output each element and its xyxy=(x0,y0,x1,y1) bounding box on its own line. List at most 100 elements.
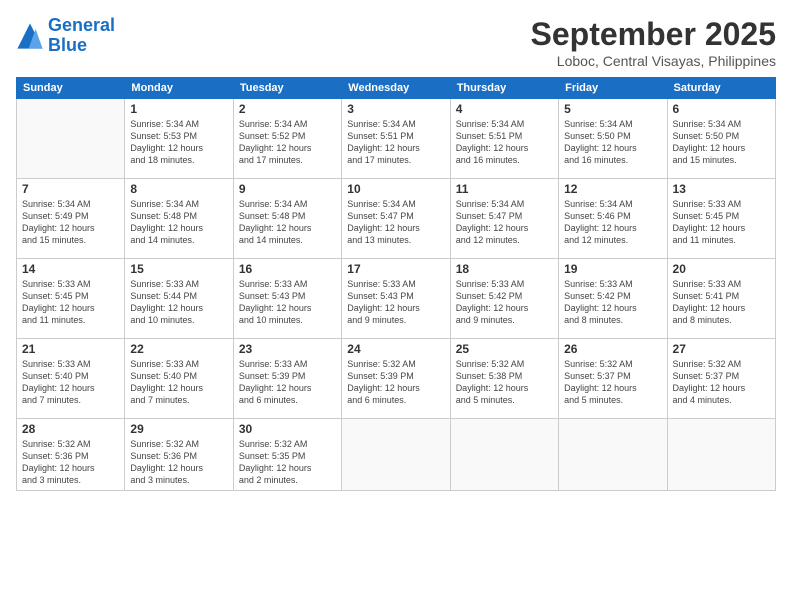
calendar-cell xyxy=(667,419,775,491)
day-info: Sunrise: 5:33 AMSunset: 5:42 PMDaylight:… xyxy=(564,278,661,327)
title-block: September 2025 Loboc, Central Visayas, P… xyxy=(531,16,776,69)
calendar-header-row: SundayMondayTuesdayWednesdayThursdayFrid… xyxy=(17,78,776,99)
calendar-cell: 21 Sunrise: 5:33 AMSunset: 5:40 PMDayligh… xyxy=(17,339,125,419)
day-number: 22 xyxy=(130,342,227,356)
day-number: 30 xyxy=(239,422,336,436)
day-info: Sunrise: 5:34 AMSunset: 5:53 PMDaylight:… xyxy=(130,118,227,167)
day-info: Sunrise: 5:33 AMSunset: 5:45 PMDaylight:… xyxy=(673,198,770,247)
day-number: 11 xyxy=(456,182,553,196)
day-number: 3 xyxy=(347,102,444,116)
logo-icon xyxy=(16,22,44,50)
day-number: 8 xyxy=(130,182,227,196)
logo-general: General xyxy=(48,15,115,35)
day-info: Sunrise: 5:34 AMSunset: 5:48 PMDaylight:… xyxy=(130,198,227,247)
calendar-week-row: 14Sunrise: 5:33 AMSunset: 5:45 PMDayligh… xyxy=(17,259,776,339)
day-number: 20 xyxy=(673,262,770,276)
day-info: Sunrise: 5:33 AMSunset: 5:40 PMDaylight:… xyxy=(130,358,227,407)
calendar-cell xyxy=(342,419,450,491)
day-info: Sunrise: 5:34 AMSunset: 5:51 PMDaylight:… xyxy=(456,118,553,167)
calendar-cell: 8 Sunrise: 5:34 AMSunset: 5:48 PMDaylight… xyxy=(125,179,233,259)
logo: General Blue xyxy=(16,16,115,56)
calendar-cell: 30 Sunrise: 5:32 AMSunset: 5:35 PMDayligh… xyxy=(233,419,341,491)
calendar-cell: 6 Sunrise: 5:34 AMSunset: 5:50 PMDaylight… xyxy=(667,99,775,179)
day-number: 14 xyxy=(22,262,119,276)
calendar-cell: 25Sunrise: 5:32 AMSunset: 5:38 PMDayligh… xyxy=(450,339,558,419)
calendar-cell: 1 Sunrise: 5:34 AMSunset: 5:53 PMDaylight… xyxy=(125,99,233,179)
calendar-cell: 16Sunrise: 5:33 AMSunset: 5:43 PMDayligh… xyxy=(233,259,341,339)
day-number: 28 xyxy=(22,422,119,436)
day-info: Sunrise: 5:33 AMSunset: 5:43 PMDaylight:… xyxy=(347,278,444,327)
day-number: 10 xyxy=(347,182,444,196)
day-info: Sunrise: 5:33 AMSunset: 5:42 PMDaylight:… xyxy=(456,278,553,327)
day-info: Sunrise: 5:34 AMSunset: 5:50 PMDaylight:… xyxy=(673,118,770,167)
calendar-cell xyxy=(17,99,125,179)
day-number: 17 xyxy=(347,262,444,276)
calendar-cell: 3Sunrise: 5:34 AMSunset: 5:51 PMDaylight… xyxy=(342,99,450,179)
day-number: 26 xyxy=(564,342,661,356)
day-number: 2 xyxy=(239,102,336,116)
day-info: Sunrise: 5:33 AMSunset: 5:44 PMDaylight:… xyxy=(130,278,227,327)
calendar-cell: 23Sunrise: 5:33 AMSunset: 5:39 PMDayligh… xyxy=(233,339,341,419)
header: General Blue September 2025 Loboc, Centr… xyxy=(16,16,776,69)
day-info: Sunrise: 5:32 AMSunset: 5:38 PMDaylight:… xyxy=(456,358,553,407)
calendar-cell: 18 Sunrise: 5:33 AMSunset: 5:42 PMDayligh… xyxy=(450,259,558,339)
month-title: September 2025 xyxy=(531,16,776,53)
calendar-cell: 10 Sunrise: 5:34 AMSunset: 5:47 PMDayligh… xyxy=(342,179,450,259)
weekday-header: Monday xyxy=(125,78,233,99)
day-number: 24 xyxy=(347,342,444,356)
day-number: 27 xyxy=(673,342,770,356)
calendar-cell: 7 Sunrise: 5:34 AMSunset: 5:49 PMDaylight… xyxy=(17,179,125,259)
day-number: 19 xyxy=(564,262,661,276)
page: General Blue September 2025 Loboc, Centr… xyxy=(0,0,792,612)
day-number: 1 xyxy=(130,102,227,116)
calendar-cell: 13Sunrise: 5:33 AMSunset: 5:45 PMDayligh… xyxy=(667,179,775,259)
calendar-cell: 27 Sunrise: 5:32 AMSunset: 5:37 PMDayligh… xyxy=(667,339,775,419)
calendar-cell: 4 Sunrise: 5:34 AMSunset: 5:51 PMDaylight… xyxy=(450,99,558,179)
day-number: 21 xyxy=(22,342,119,356)
weekday-header: Sunday xyxy=(17,78,125,99)
day-number: 18 xyxy=(456,262,553,276)
day-info: Sunrise: 5:32 AMSunset: 5:37 PMDaylight:… xyxy=(673,358,770,407)
day-info: Sunrise: 5:34 AMSunset: 5:49 PMDaylight:… xyxy=(22,198,119,247)
day-info: Sunrise: 5:34 AMSunset: 5:48 PMDaylight:… xyxy=(239,198,336,247)
day-info: Sunrise: 5:33 AMSunset: 5:40 PMDaylight:… xyxy=(22,358,119,407)
day-info: Sunrise: 5:34 AMSunset: 5:52 PMDaylight:… xyxy=(239,118,336,167)
calendar-week-row: 1 Sunrise: 5:34 AMSunset: 5:53 PMDaylight… xyxy=(17,99,776,179)
day-info: Sunrise: 5:32 AMSunset: 5:35 PMDaylight:… xyxy=(239,438,336,487)
calendar-cell: 29Sunrise: 5:32 AMSunset: 5:36 PMDayligh… xyxy=(125,419,233,491)
day-info: Sunrise: 5:34 AMSunset: 5:50 PMDaylight:… xyxy=(564,118,661,167)
day-number: 6 xyxy=(673,102,770,116)
day-info: Sunrise: 5:33 AMSunset: 5:39 PMDaylight:… xyxy=(239,358,336,407)
day-number: 9 xyxy=(239,182,336,196)
calendar-cell: 17 Sunrise: 5:33 AMSunset: 5:43 PMDayligh… xyxy=(342,259,450,339)
calendar-cell: 14Sunrise: 5:33 AMSunset: 5:45 PMDayligh… xyxy=(17,259,125,339)
location-title: Loboc, Central Visayas, Philippines xyxy=(531,53,776,69)
calendar-cell: 26 Sunrise: 5:32 AMSunset: 5:37 PMDayligh… xyxy=(559,339,667,419)
logo-blue: Blue xyxy=(48,35,87,55)
calendar-week-row: 21 Sunrise: 5:33 AMSunset: 5:40 PMDayligh… xyxy=(17,339,776,419)
day-info: Sunrise: 5:33 AMSunset: 5:41 PMDaylight:… xyxy=(673,278,770,327)
calendar-cell: 11Sunrise: 5:34 AMSunset: 5:47 PMDayligh… xyxy=(450,179,558,259)
day-info: Sunrise: 5:34 AMSunset: 5:46 PMDaylight:… xyxy=(564,198,661,247)
day-number: 15 xyxy=(130,262,227,276)
calendar-cell: 9 Sunrise: 5:34 AMSunset: 5:48 PMDaylight… xyxy=(233,179,341,259)
day-info: Sunrise: 5:32 AMSunset: 5:39 PMDaylight:… xyxy=(347,358,444,407)
calendar-week-row: 7 Sunrise: 5:34 AMSunset: 5:49 PMDaylight… xyxy=(17,179,776,259)
calendar-cell: 12Sunrise: 5:34 AMSunset: 5:46 PMDayligh… xyxy=(559,179,667,259)
day-info: Sunrise: 5:32 AMSunset: 5:36 PMDaylight:… xyxy=(130,438,227,487)
day-number: 4 xyxy=(456,102,553,116)
calendar-cell: 15 Sunrise: 5:33 AMSunset: 5:44 PMDayligh… xyxy=(125,259,233,339)
calendar-cell: 19 Sunrise: 5:33 AMSunset: 5:42 PMDayligh… xyxy=(559,259,667,339)
day-number: 7 xyxy=(22,182,119,196)
day-info: Sunrise: 5:32 AMSunset: 5:36 PMDaylight:… xyxy=(22,438,119,487)
calendar-cell: 5Sunrise: 5:34 AMSunset: 5:50 PMDaylight… xyxy=(559,99,667,179)
calendar-cell: 24 Sunrise: 5:32 AMSunset: 5:39 PMDayligh… xyxy=(342,339,450,419)
logo-text: General Blue xyxy=(48,16,115,56)
day-info: Sunrise: 5:32 AMSunset: 5:37 PMDaylight:… xyxy=(564,358,661,407)
calendar-cell: 2 Sunrise: 5:34 AMSunset: 5:52 PMDaylight… xyxy=(233,99,341,179)
weekday-header: Friday xyxy=(559,78,667,99)
day-number: 16 xyxy=(239,262,336,276)
weekday-header: Wednesday xyxy=(342,78,450,99)
weekday-header: Thursday xyxy=(450,78,558,99)
day-info: Sunrise: 5:34 AMSunset: 5:47 PMDaylight:… xyxy=(347,198,444,247)
